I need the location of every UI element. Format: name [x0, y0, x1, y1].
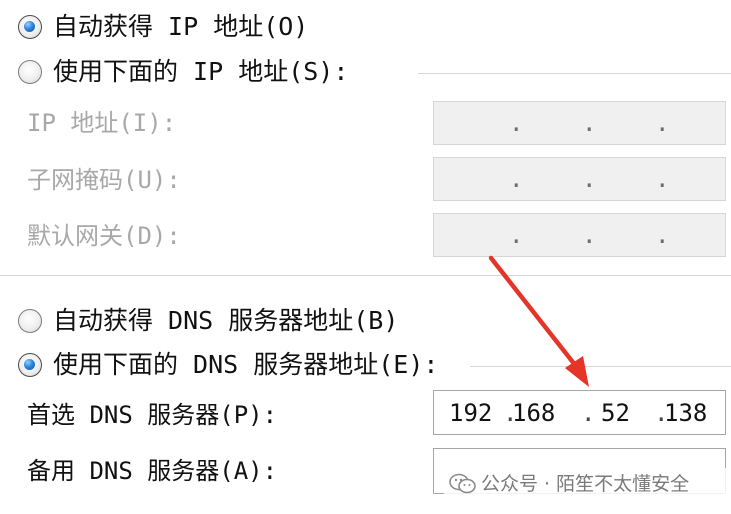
red-arrow-icon	[488, 255, 589, 387]
